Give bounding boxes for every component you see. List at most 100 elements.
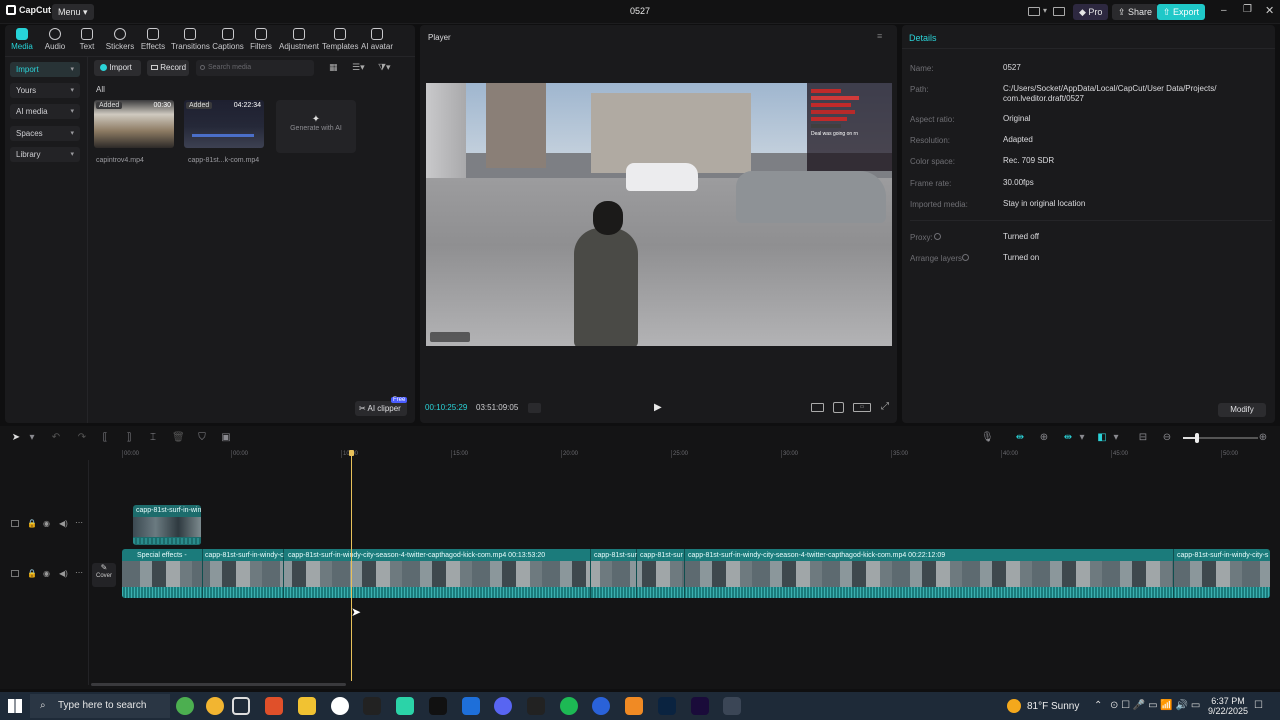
photoshop-icon[interactable] (658, 697, 676, 715)
layout-icon[interactable] (1028, 7, 1040, 16)
share-button[interactable]: ⇪ Share (1112, 4, 1159, 20)
undo-icon[interactable]: ↶ (50, 432, 62, 444)
safe-area-icon[interactable] (811, 403, 824, 412)
restore-icon[interactable]: ❐ (1243, 4, 1252, 15)
speaker-icon[interactable]: ◀) (59, 519, 68, 528)
menu-button[interactable]: Menu ▾ (52, 4, 94, 20)
ratio-icon[interactable]: ▭ (853, 403, 871, 412)
chevron-down-icon[interactable]: ▾ (1110, 432, 1122, 444)
close-icon[interactable]: ✕ (1265, 4, 1274, 17)
more-icon[interactable]: ⋯ (75, 518, 83, 527)
tray-icons[interactable]: ⊙ ☐ 🎤 ▭ 📶 🔊 ▭ (1110, 700, 1200, 711)
weather-icon[interactable] (1007, 699, 1021, 713)
taskbar-search[interactable]: ⌕ Type here to search (30, 694, 170, 718)
app-icon[interactable] (462, 697, 480, 715)
premiere-icon[interactable] (691, 697, 709, 715)
x-icon[interactable] (429, 697, 447, 715)
task-view-icon[interactable] (232, 697, 250, 715)
tab-stickers[interactable]: Stickers (105, 28, 135, 51)
chevron-down-icon[interactable]: ▾ (1076, 432, 1088, 444)
tab-templates[interactable]: Templates (322, 28, 358, 51)
zoom-out-icon[interactable]: ⊖ (1161, 432, 1173, 444)
sidebar-item-spaces[interactable]: Spaces ▾ (10, 126, 80, 141)
export-button[interactable]: ⇧ Export (1157, 4, 1206, 20)
overlay-clip[interactable]: capp-81st-surf-in-win (133, 505, 201, 545)
eye-icon[interactable]: ◉ (43, 569, 50, 578)
filter-icon[interactable]: ⧩▾ (378, 62, 391, 73)
search-input[interactable]: Search media (196, 60, 314, 76)
tab-text[interactable]: Text (76, 28, 98, 51)
timecode-icon[interactable] (528, 403, 541, 413)
fullscreen-icon[interactable]: ⤢ (881, 401, 889, 412)
snap-icon[interactable]: ⇹ (1062, 432, 1074, 444)
marker-icon[interactable]: ⛉ (196, 432, 208, 444)
sidebar-item-library[interactable]: Library ▾ (10, 147, 80, 162)
media-card-capp[interactable]: Added 04:22:34 (184, 100, 264, 148)
generate-with-ai-card[interactable]: ✦ Generate with AI (276, 100, 356, 153)
filter-all-label[interactable]: All (96, 85, 105, 94)
preview-axis-icon[interactable]: ⊕ (1038, 432, 1050, 444)
redo-icon[interactable]: ↷ (76, 432, 88, 444)
app-icon[interactable] (206, 697, 224, 715)
playhead-handle[interactable] (349, 450, 354, 456)
shortcut-icon[interactable] (1053, 7, 1065, 16)
sidebar-item-import[interactable]: Import ▾ (10, 62, 80, 77)
brave-icon[interactable] (265, 697, 283, 715)
track-thumbnail-icon[interactable] (11, 570, 19, 577)
sort-icon[interactable]: ☰▾ (352, 62, 365, 73)
tab-captions[interactable]: Captions (212, 28, 244, 51)
split-icon[interactable]: ⟦ (99, 432, 111, 444)
play-icon[interactable]: ▶ (654, 402, 662, 413)
microphone-icon[interactable]: 🎙 (981, 432, 994, 444)
tab-media[interactable]: Media (10, 28, 34, 51)
playhead[interactable] (351, 451, 352, 681)
sidebar-item-yours[interactable]: Yours ▾ (10, 83, 80, 98)
chrome-icon[interactable] (331, 697, 349, 715)
app-icon[interactable] (625, 697, 643, 715)
video-preview[interactable]: Deal was going on rn (426, 83, 892, 346)
ai-clipper-button[interactable]: ✂ AI clipper (355, 401, 407, 416)
weather-text[interactable]: 81°F Sunny (1027, 701, 1079, 712)
lock-icon[interactable]: 🔒 (27, 569, 37, 578)
pro-button[interactable]: ◆ Pro (1073, 4, 1109, 20)
capcut-taskbar-icon[interactable] (363, 697, 381, 715)
timeline-scrollbar[interactable] (91, 683, 346, 686)
tray-chevron-icon[interactable]: ⌃ (1094, 700, 1102, 711)
windows-start-icon[interactable] (8, 699, 22, 713)
tab-transitions[interactable]: Transitions (171, 28, 210, 51)
app-icon[interactable] (592, 697, 610, 715)
grid-view-icon[interactable]: ▦ (329, 62, 338, 73)
file-explorer-icon[interactable] (298, 697, 316, 715)
tab-audio[interactable]: Audio (42, 28, 68, 51)
delete-icon[interactable]: 🗑 (172, 432, 185, 444)
tab-filters[interactable]: Filters (249, 28, 273, 51)
modify-button[interactable]: Modify (1218, 403, 1266, 417)
sidebar-item-ai-media[interactable]: AI media ▾ (10, 104, 80, 119)
zoom-in-icon[interactable]: ⊕ (1257, 432, 1269, 444)
more-icon[interactable]: ⋯ (75, 568, 83, 577)
tab-adjustment[interactable]: Adjustment (279, 28, 319, 51)
track-thumbnail-icon[interactable] (11, 520, 19, 527)
notification-icon[interactable]: ☐ (1254, 700, 1263, 711)
capcut-active-icon[interactable] (723, 697, 741, 715)
split-left-icon[interactable]: ⟧ (123, 432, 135, 444)
eye-icon[interactable]: ◉ (43, 519, 50, 528)
minimize-icon[interactable]: – (1221, 5, 1227, 16)
player-menu-icon[interactable]: ≡ (877, 31, 882, 41)
select-tool-icon[interactable]: ➤ (10, 432, 22, 444)
chevron-down-icon[interactable]: ▾ (1043, 6, 1047, 15)
snapshot-icon[interactable] (833, 402, 844, 413)
discord-icon[interactable] (494, 697, 512, 715)
ai-edit-icon[interactable]: ▣ (220, 432, 232, 444)
tab-ai-avatar[interactable]: AI avatar (361, 28, 393, 51)
chevron-down-icon[interactable]: ▾ (26, 432, 38, 444)
widget-icon[interactable] (176, 697, 194, 715)
speaker-icon[interactable]: ◀) (59, 569, 68, 578)
track-link-icon[interactable]: ◧ (1096, 432, 1108, 444)
caption-icon[interactable]: ⊟ (1137, 432, 1149, 444)
record-button[interactable]: Record (147, 60, 189, 76)
tab-effects[interactable]: Effects (140, 28, 166, 51)
import-button[interactable]: Import (94, 60, 141, 76)
split-right-icon[interactable]: ⌶ (147, 432, 159, 444)
info-icon[interactable] (934, 233, 941, 240)
